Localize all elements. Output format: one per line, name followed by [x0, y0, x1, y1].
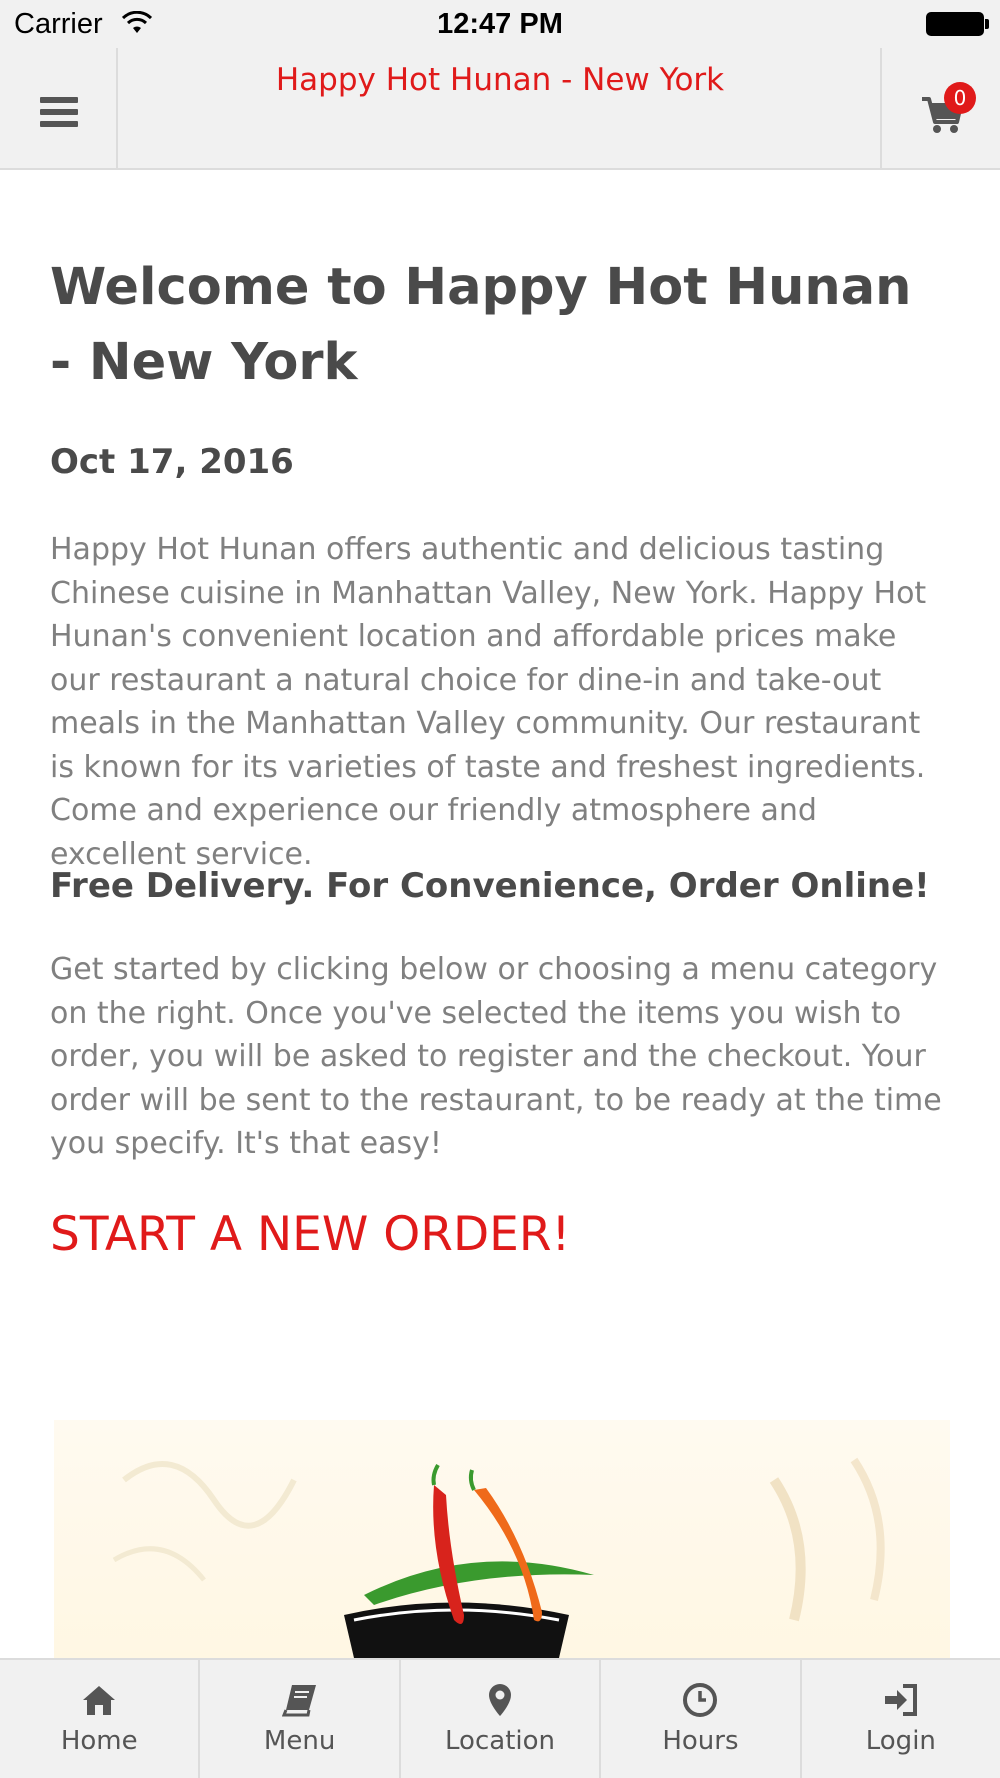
tab-login[interactable]: Login [802, 1660, 1000, 1778]
welcome-heading: Welcome to Happy Hot Hunan - New York [50, 258, 912, 392]
tab-menu-label: Menu [263, 1726, 336, 1756]
tab-location-label: Location [445, 1726, 555, 1756]
status-bar: Carrier 12:47 PM [0, 0, 1000, 48]
clock-time: 12:47 PM [437, 8, 563, 40]
instructions-paragraph: Get started by clicking below or choosin… [50, 952, 942, 1161]
clock-icon [683, 1683, 718, 1717]
tab-menu[interactable]: Menu [200, 1660, 401, 1778]
sign-in-icon [884, 1684, 917, 1716]
hamburger-menu-button[interactable] [0, 48, 118, 168]
cart-count-badge: 0 [944, 82, 976, 114]
tab-home[interactable]: Home [0, 1660, 201, 1778]
cart-button[interactable]: 0 [880, 48, 1000, 168]
map-marker-icon [489, 1684, 512, 1716]
hamburger-icon [40, 97, 78, 133]
intro-paragraph: Happy Hot Hunan offers authentic and del… [50, 532, 927, 872]
battery-icon [926, 12, 984, 36]
tab-home-label: Home [60, 1726, 138, 1756]
tab-login-label: Login [865, 1726, 936, 1756]
restaurant-title: Happy Hot Hunan - New York [275, 62, 725, 98]
app-header: Happy Hot Hunan - New York 0 [0, 48, 1000, 170]
tab-hours[interactable]: Hours [601, 1660, 802, 1778]
restaurant-logo-banner [54, 1420, 950, 1658]
tab-location[interactable]: Location [401, 1660, 602, 1778]
home-icon [83, 1686, 116, 1715]
battery-tip [985, 19, 989, 29]
book-icon [281, 1685, 316, 1717]
main-content: Welcome to Happy Hot Hunan - New York Oc… [50, 250, 950, 1262]
tab-hours-label: Hours [662, 1726, 739, 1756]
post-date: Oct 17, 2016 [50, 442, 294, 482]
delivery-subheading: Free Delivery. For Convenience, Order On… [50, 866, 930, 906]
chili-pepper-logo [112, 1457, 885, 1658]
start-new-order-link[interactable]: START A NEW ORDER! [50, 1207, 570, 1262]
bottom-tab-bar: Home Menu Location Hours Login [0, 1658, 1000, 1778]
